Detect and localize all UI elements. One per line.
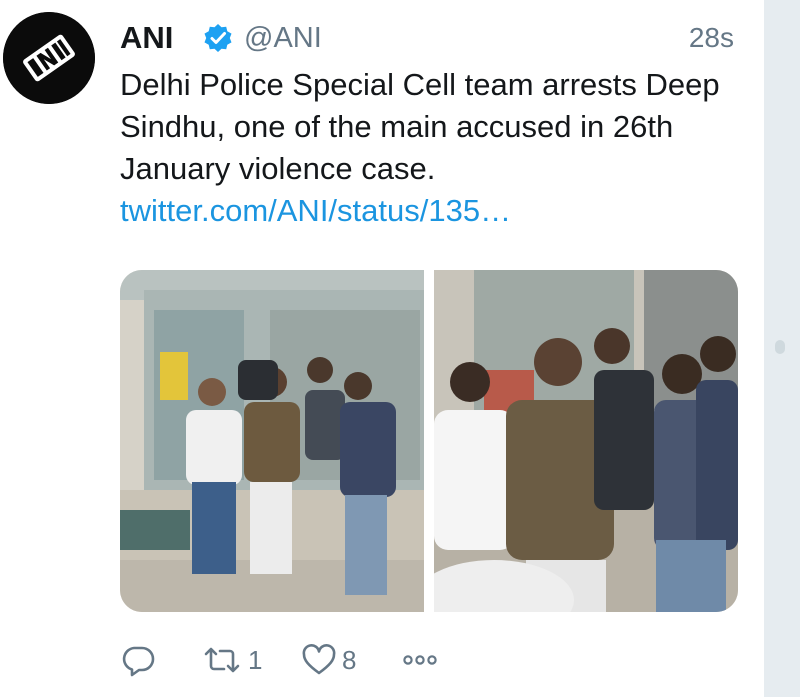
author-handle[interactable]: @ANI: [244, 18, 322, 58]
like-button[interactable]: 8: [300, 638, 356, 682]
tweet-photo-2[interactable]: [434, 270, 738, 612]
retweet-icon: [200, 642, 244, 678]
scrollbar-thumb[interactable]: [775, 340, 785, 354]
tweet-link[interactable]: twitter.com/ANI/status/135…: [120, 193, 511, 228]
tweet-photo-1[interactable]: [120, 270, 424, 612]
verified-badge-icon: [203, 23, 233, 53]
tweet-timestamp[interactable]: 28s: [689, 18, 734, 58]
retweet-count: 1: [248, 644, 263, 675]
heart-icon: [300, 642, 338, 678]
tweet-text: Delhi Police Special Cell team arrests D…: [120, 64, 740, 232]
tweet-header: ANI @ANI 28s: [120, 18, 742, 58]
more-icon: [400, 642, 440, 678]
more-button[interactable]: [400, 638, 440, 682]
tweet[interactable]: ANI @ANI 28s Delhi Police Special Cell t…: [0, 0, 764, 697]
tweet-media[interactable]: [120, 270, 738, 612]
retweet-button[interactable]: 1: [200, 638, 262, 682]
tweet-actions: 1 8: [120, 638, 740, 682]
author-name[interactable]: ANI: [120, 18, 173, 58]
tweet-text-body: Delhi Police Special Cell team arrests D…: [120, 67, 720, 186]
reply-icon: [120, 642, 156, 678]
reply-button[interactable]: [120, 638, 156, 682]
ani-logo: [3, 12, 95, 104]
like-count: 8: [342, 644, 357, 675]
author-avatar[interactable]: [3, 12, 95, 104]
